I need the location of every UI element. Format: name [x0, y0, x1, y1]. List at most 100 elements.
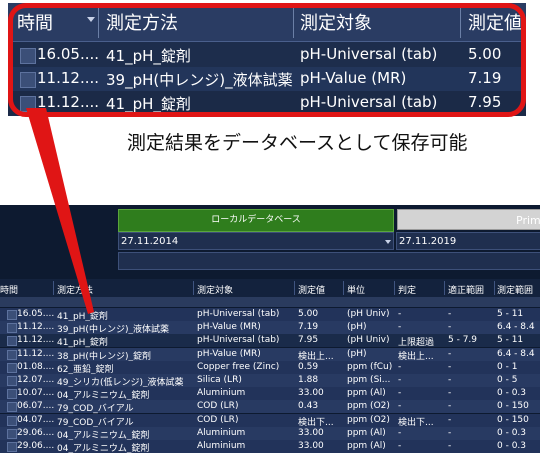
- row-value: 7.19: [468, 69, 502, 87]
- table-row[interactable]: 11.12.... 41_pH_錠剤 pH-Universal (tab) 7.95 (…: [0, 334, 540, 349]
- cell-judge: -: [398, 309, 402, 319]
- cell-target: Aluminium: [197, 427, 246, 438]
- header-target[interactable]: 測定対象: [197, 283, 233, 296]
- row-time: 16.05....: [37, 45, 99, 63]
- date-from-picker[interactable]: 27.11.2014: [118, 232, 394, 250]
- table-row[interactable]: 10.07.... 04_アルミニウム_錠剤 Aluminium 33.00 ppm (…: [0, 387, 540, 401]
- cell-value: 7.19: [298, 322, 319, 333]
- cell-time: 10.07....: [17, 388, 54, 399]
- cell-time: 11.12....: [17, 322, 54, 333]
- cell-unit: ppm (Si...: [347, 375, 391, 385]
- row-checkbox[interactable]: [20, 96, 36, 112]
- row-checkbox[interactable]: [7, 442, 17, 452]
- zoom-header-target[interactable]: 測定対象: [300, 9, 372, 35]
- row-checkbox[interactable]: [7, 310, 17, 320]
- table-row[interactable]: 29.06.... 04_アルミニウム_錠剤 Aluminium 33.00 ppm (…: [0, 440, 540, 454]
- cell-judge: -: [398, 427, 402, 438]
- zoom-header-value[interactable]: 測定値: [468, 9, 522, 35]
- cell-range: 0 - 5: [497, 375, 518, 385]
- row-checkbox[interactable]: [7, 362, 17, 373]
- cell-target: pH-Value (MR): [197, 348, 261, 359]
- header-time[interactable]: 時間: [0, 283, 18, 296]
- table-row[interactable]: 04.07.... 79_COD_バイアル COD (LR) 検出下... ppm (O…: [0, 413, 540, 428]
- cell-range: 5 - 11: [497, 309, 524, 319]
- header-proper-range[interactable]: 適正範囲: [448, 283, 484, 296]
- row-method: 39_pH(中レンジ)_液体試薬: [106, 71, 292, 89]
- header-unit[interactable]: 単位: [347, 283, 365, 296]
- prime-button[interactable]: Prime: [397, 209, 540, 230]
- row-checkbox[interactable]: [20, 48, 36, 64]
- cell-proper: -: [448, 322, 452, 333]
- row-checkbox[interactable]: [7, 402, 17, 413]
- cell-range: 0 - 150: [497, 401, 529, 412]
- cell-target: pH-Value (MR): [197, 322, 261, 333]
- cell-judge: -: [398, 401, 402, 412]
- table-row[interactable]: 16.05.... 41_pH_錠剤 pH-Universal (tab) 5.00 (…: [0, 308, 540, 322]
- header-measure-range[interactable]: 測定範囲: [497, 283, 533, 296]
- cell-time: 04.07....: [17, 414, 54, 425]
- cell-method: 41_pH_錠剤: [57, 338, 108, 349]
- date-to-picker[interactable]: 27.11.2019: [396, 232, 540, 250]
- chevron-down-icon[interactable]: [385, 240, 391, 244]
- cell-value: 検出下...: [298, 417, 334, 428]
- row-checkbox[interactable]: [7, 349, 17, 360]
- cell-target: COD (LR): [197, 414, 239, 425]
- cell-proper: -: [448, 361, 452, 372]
- cell-method: 62_亜鉛_錠剤: [57, 364, 114, 375]
- zoom-header-time[interactable]: 時間: [17, 9, 53, 35]
- sort-arrow-icon[interactable]: [87, 17, 95, 22]
- table-row[interactable]: 01.08.... 62_亜鉛_錠剤 Copper free (Zinc) 0.59 p…: [0, 360, 540, 375]
- cell-target: Silica (LR): [197, 375, 242, 385]
- row-time: 11.12....: [37, 69, 99, 87]
- header-method[interactable]: 測定方法: [57, 283, 93, 296]
- zoom-table-header: 時間 測定方法 測定対象 測定値: [8, 3, 526, 42]
- row-checkbox[interactable]: [7, 415, 17, 426]
- row-checkbox[interactable]: [7, 428, 17, 439]
- cell-unit: ppm (O2): [347, 414, 390, 425]
- row-checkbox[interactable]: [7, 389, 17, 400]
- cell-method: 04_アルミニウム_錠剤: [57, 430, 150, 441]
- column-separator: [460, 6, 461, 38]
- header-value[interactable]: 測定値: [298, 283, 325, 296]
- column-separator: [53, 281, 54, 295]
- zoom-table-row[interactable]: 16.05.... 41_pH_錠剤 pH-Universal (tab) 5.…: [8, 43, 526, 67]
- cell-method: 79_COD_バイアル: [57, 417, 134, 428]
- row-time: 11.12....: [37, 93, 99, 111]
- zoom-header-method[interactable]: 測定方法: [106, 9, 178, 35]
- table-row[interactable]: 11.12.... 38_pH(中レンジ)_錠剤 pH-Value (MR) 検出上.…: [0, 347, 540, 362]
- column-separator: [193, 281, 194, 295]
- table-row[interactable]: 11.12.... 39_pH(中レンジ)_液体試薬 pH-Value (MR) 7.…: [0, 321, 540, 335]
- table-row[interactable]: 12.07.... 49_シリカ(低レンジ)_液体試薬 Silica (LR) 1.8…: [0, 374, 540, 388]
- zoomed-table-view: 時間 測定方法 測定対象 測定値 16.05.... 41_pH_錠剤 pH-U…: [8, 3, 526, 116]
- cell-judge: -: [398, 322, 402, 333]
- header-judge[interactable]: 判定: [398, 283, 416, 296]
- row-checkbox[interactable]: [7, 323, 17, 334]
- row-checkbox[interactable]: [20, 72, 36, 88]
- row-target: pH-Universal (tab): [300, 93, 438, 111]
- zoom-table-row[interactable]: 11.12.... 41_pH_錠剤 pH-Universal (tab) 7.…: [8, 91, 526, 115]
- table-row[interactable]: 29.06.... 04_アルミニウム_錠剤 Aluminium 33.00 ppm (…: [0, 426, 540, 441]
- cell-range: 0 - 150: [497, 414, 529, 425]
- filter-input[interactable]: [118, 252, 540, 270]
- date-to-value: 27.11.2019: [399, 236, 457, 247]
- row-checkbox[interactable]: [7, 336, 17, 347]
- local-database-button[interactable]: ローカルデータベース: [118, 209, 394, 232]
- column-separator: [98, 6, 99, 38]
- cell-time: 12.07....: [17, 375, 54, 385]
- zoom-table-row[interactable]: 11.12.... 39_pH(中レンジ)_液体試薬 pH-Value (MR)…: [8, 67, 526, 91]
- column-separator: [444, 281, 445, 295]
- row-checkbox[interactable]: [7, 376, 17, 386]
- cell-target: pH-Universal (tab): [197, 309, 280, 319]
- cell-judge: -: [398, 388, 402, 399]
- cell-target: Copper free (Zinc): [197, 361, 280, 372]
- cell-unit: ppm (Al): [347, 427, 386, 438]
- cell-proper: -: [448, 309, 452, 319]
- cell-proper: -: [448, 375, 452, 385]
- table-row[interactable]: 06.07.... 79_COD_バイアル COD (LR) 0.43 ppm (O2)…: [0, 400, 540, 414]
- group-bar: [0, 297, 540, 307]
- cell-range: 0 - 1: [497, 361, 518, 372]
- cell-time: 11.12....: [17, 335, 54, 346]
- column-separator: [494, 281, 495, 295]
- cell-judge: 検出下...: [398, 417, 434, 428]
- cell-time: 06.07....: [17, 401, 54, 412]
